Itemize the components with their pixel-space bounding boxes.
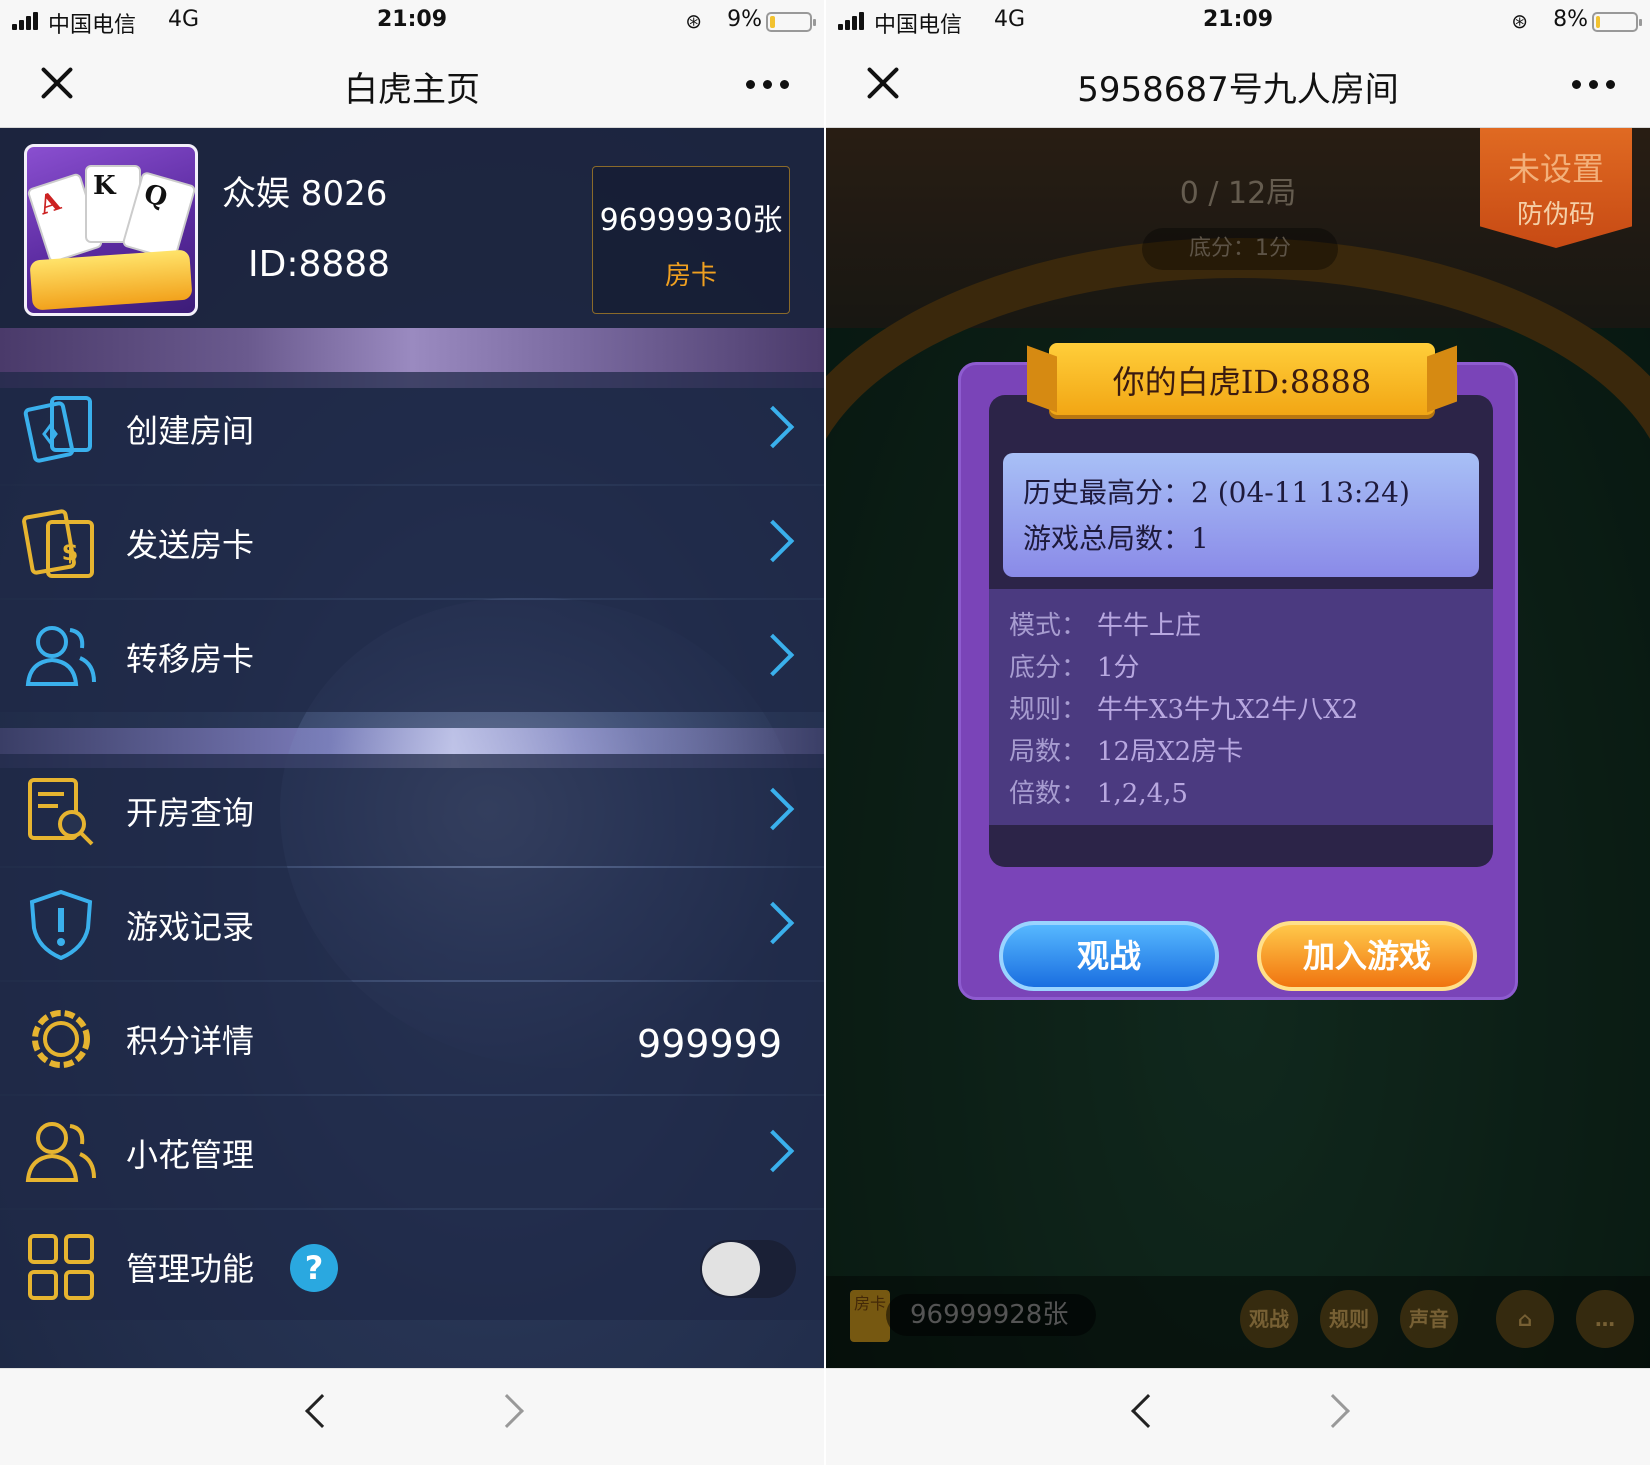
more-icon[interactable] bbox=[1572, 80, 1616, 90]
detail-key: 倍数： bbox=[1009, 779, 1088, 809]
detail-value: 牛牛上庄 bbox=[1097, 611, 1202, 641]
stat-total-games: 游戏总局数：1 bbox=[1023, 522, 1209, 555]
menu-item-label: 开房查询 bbox=[126, 794, 255, 832]
menu-item-label: 小花管理 bbox=[126, 1136, 255, 1174]
detail-value: 1分 bbox=[1097, 653, 1140, 683]
battery-icon bbox=[1592, 12, 1642, 32]
status-bar: 中国电信 4G 21:09 ⊛ 8% bbox=[826, 0, 1650, 42]
rotation-lock-icon: ⊛ bbox=[685, 9, 702, 33]
menu-item-transfer-card[interactable]: 转移房卡 bbox=[0, 600, 824, 712]
left-phone-screen: 中国电信 4G 21:09 ⊛ 9% 白虎主页 A K Q 众娱 8026 ID… bbox=[0, 0, 824, 1465]
detail-row: 规则： 牛牛X3牛九X2牛八X2 bbox=[1009, 689, 1358, 726]
browser-bottom-bar bbox=[0, 1368, 824, 1465]
users-icon bbox=[25, 1122, 96, 1182]
stat-high-score: 历史最高分：2 (04-11 13:24) bbox=[1023, 476, 1410, 509]
users-icon bbox=[25, 626, 96, 686]
detail-key: 模式： bbox=[1009, 611, 1088, 641]
menu-item-label: 管理功能 bbox=[126, 1250, 255, 1288]
dialog-title: 你的白虎ID:8888 bbox=[1112, 363, 1372, 401]
room-card-balance: 96999930张 房卡 bbox=[592, 166, 790, 314]
user-name: 众娱 8026 bbox=[222, 174, 388, 214]
nav-bar: 5958687号九人房间 bbox=[826, 42, 1650, 128]
back-arrow-icon[interactable] bbox=[305, 1394, 339, 1428]
join-room-dialog: 历史最高分：2 (04-11 13:24) 游戏总局数：1 模式： 牛牛上庄 底分… bbox=[958, 343, 1518, 1000]
more-icon[interactable] bbox=[746, 80, 790, 90]
points-value: 999999 bbox=[636, 1022, 782, 1066]
detail-row: 底分： 1分 bbox=[1009, 647, 1140, 684]
grid-icon bbox=[28, 1234, 94, 1300]
forward-arrow-icon[interactable] bbox=[1316, 1394, 1350, 1428]
card-label: 房卡 bbox=[664, 261, 717, 291]
battery-percent: 9% bbox=[727, 7, 762, 32]
battery-percent: 8% bbox=[1553, 7, 1588, 32]
avatar[interactable]: A K Q bbox=[24, 144, 198, 316]
admin-toggle[interactable] bbox=[700, 1240, 796, 1298]
chevron-right-icon bbox=[751, 1129, 795, 1173]
room-details: 模式： 牛牛上庄 底分： 1分 规则： 牛牛X3牛九X2牛八X2 局数： 12局X2房卡… bbox=[989, 589, 1493, 825]
page-title: 白虎主页 bbox=[344, 70, 480, 110]
card-count: 96999930张 bbox=[599, 203, 783, 238]
chevron-right-icon bbox=[751, 519, 795, 563]
logo-banner bbox=[29, 249, 193, 311]
join-game-button[interactable]: 加入游戏 bbox=[1257, 921, 1477, 991]
badge-line2: 防伪码 bbox=[1516, 200, 1595, 230]
detail-key: 底分： bbox=[1009, 653, 1088, 683]
menu-item-points-detail[interactable]: 积分详情 999999 bbox=[0, 982, 824, 1094]
help-icon[interactable]: ? bbox=[290, 1244, 338, 1292]
menu-item-create-room[interactable]: 创建房间 bbox=[0, 372, 824, 484]
battery-icon bbox=[766, 12, 816, 32]
chevron-right-icon bbox=[751, 633, 795, 677]
forward-arrow-icon[interactable] bbox=[490, 1394, 524, 1428]
chevron-right-icon bbox=[751, 405, 795, 449]
menu-item-label: 转移房卡 bbox=[126, 640, 255, 678]
gear-icon bbox=[32, 1010, 90, 1068]
profile-header: A K Q 众娱 8026 ID:8888 96999930张 房卡 bbox=[0, 128, 824, 328]
shield-alert-icon bbox=[29, 889, 93, 961]
chevron-right-icon bbox=[751, 787, 795, 831]
menu-item-xiaohua-manage[interactable]: 小花管理 bbox=[0, 1096, 824, 1208]
menu-item-label: 游戏记录 bbox=[126, 908, 255, 946]
rotation-lock-icon: ⊛ bbox=[1511, 9, 1528, 33]
menu-item-label: 创建房间 bbox=[126, 412, 255, 450]
cards-icon bbox=[23, 396, 92, 463]
menu-item-send-card[interactable]: $ 发送房卡 bbox=[0, 486, 824, 598]
back-arrow-icon[interactable] bbox=[1131, 1394, 1165, 1428]
home-content: A K Q 众娱 8026 ID:8888 96999930张 房卡 创建房间 … bbox=[0, 128, 824, 1368]
detail-value: 1,2,4,5 bbox=[1097, 779, 1188, 809]
menu-item-game-record[interactable]: 游戏记录 bbox=[0, 868, 824, 980]
menu-item-label: 发送房卡 bbox=[126, 526, 255, 564]
screenshot-stage: 中国电信 4G 21:09 ⊛ 9% 白虎主页 A K Q 众娱 8026 ID… bbox=[0, 0, 1650, 1465]
detail-value: 12局X2房卡 bbox=[1097, 737, 1244, 767]
toggle-knob bbox=[702, 1242, 760, 1296]
dialog-title-ribbon: 你的白虎ID:8888 bbox=[1049, 343, 1435, 415]
detail-row: 模式： 牛牛上庄 bbox=[1009, 605, 1201, 642]
search-doc-icon bbox=[28, 778, 94, 846]
menu-item-label: 积分详情 bbox=[126, 1022, 255, 1060]
nav-bar: 白虎主页 bbox=[0, 42, 824, 128]
close-icon[interactable] bbox=[38, 64, 76, 102]
svg-text:$: $ bbox=[62, 538, 79, 566]
detail-value: 牛牛X3牛九X2牛八X2 bbox=[1097, 695, 1359, 725]
page-title: 5958687号九人房间 bbox=[1077, 70, 1399, 110]
detail-row: 倍数： 1,2,4,5 bbox=[1009, 773, 1188, 810]
menu-item-room-query[interactable]: 开房查询 bbox=[0, 754, 824, 866]
player-stats: 历史最高分：2 (04-11 13:24) 游戏总局数：1 bbox=[1003, 453, 1479, 577]
badge-line1: 未设置 bbox=[1507, 150, 1604, 188]
detail-row: 局数： 12局X2房卡 bbox=[1009, 731, 1243, 768]
dialog-panel: 历史最高分：2 (04-11 13:24) 游戏总局数：1 模式： 牛牛上庄 底分… bbox=[989, 395, 1493, 867]
status-bar: 中国电信 4G 21:09 ⊛ 9% bbox=[0, 0, 824, 42]
browser-bottom-bar bbox=[826, 1368, 1650, 1465]
game-room-content: 0 / 12局 底分：1分 房卡 96999928张 观战 规则 声音 ⌂ … … bbox=[826, 128, 1650, 1368]
right-phone-screen: 中国电信 4G 21:09 ⊛ 8% 5958687号九人房间 0 / 12局 … bbox=[826, 0, 1650, 1465]
close-icon[interactable] bbox=[864, 64, 902, 102]
chevron-right-icon bbox=[751, 901, 795, 945]
user-id: ID:8888 bbox=[248, 244, 391, 285]
menu-item-admin-function: 管理功能 ? bbox=[0, 1210, 824, 1320]
detail-key: 规则： bbox=[1009, 695, 1088, 725]
detail-key: 局数： bbox=[1009, 737, 1088, 767]
anti-fake-code-badge[interactable]: 未设置 防伪码 bbox=[1480, 128, 1632, 248]
send-card-icon: $ bbox=[22, 509, 94, 578]
watch-button[interactable]: 观战 bbox=[999, 921, 1219, 991]
